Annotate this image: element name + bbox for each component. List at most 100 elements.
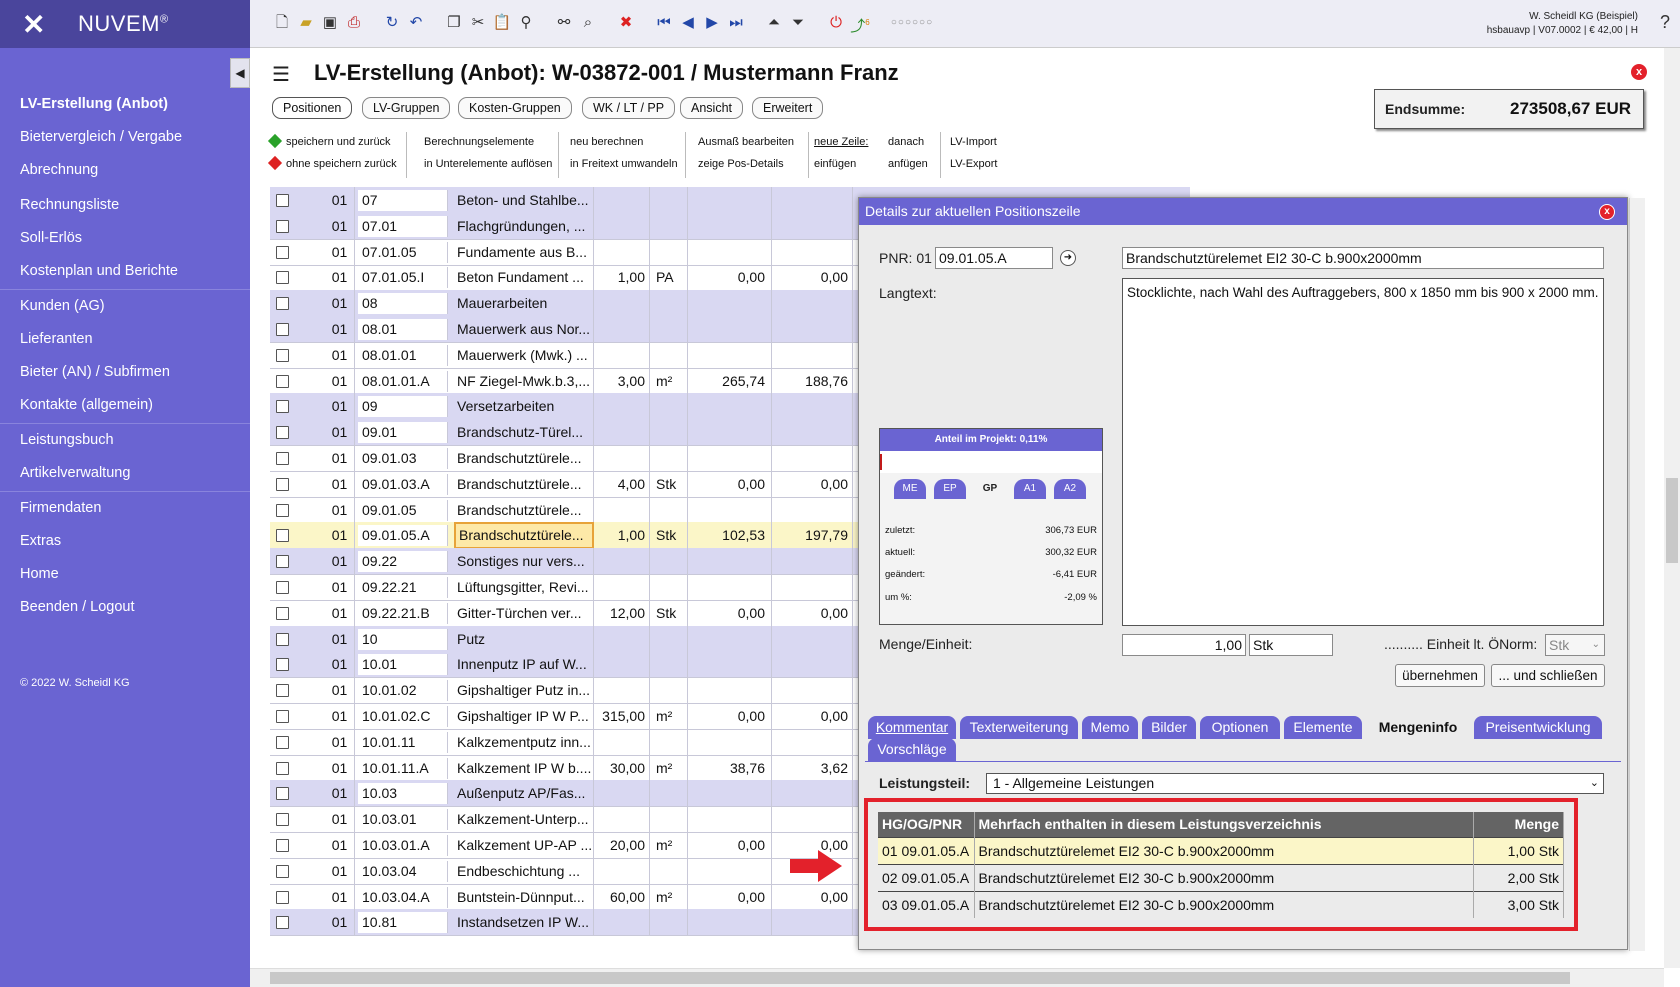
sidebar-item-leistungsbuch[interactable]: Leistungsbuch bbox=[20, 432, 114, 448]
table-row[interactable]: 01 09.01.05.A Brandschutztürelemet EI2 3… bbox=[878, 836, 1564, 864]
copy-icon[interactable]: ❐ bbox=[444, 13, 464, 33]
tab-vorschlaege[interactable]: Vorschläge bbox=[868, 738, 956, 761]
table-cell-pnr[interactable]: 09 bbox=[358, 396, 448, 418]
row-checkbox[interactable] bbox=[276, 555, 289, 569]
table-cell-pnr[interactable]: 10 bbox=[358, 628, 448, 650]
table-cell-pnr[interactable]: 10.03.01.A bbox=[358, 835, 448, 856]
table-cell-text[interactable]: Putz bbox=[454, 625, 594, 653]
table-cell-text[interactable]: Gitter-Türchen ver... bbox=[454, 599, 594, 627]
row-checkbox[interactable] bbox=[276, 606, 289, 620]
first-record-icon[interactable]: ⏮ bbox=[654, 13, 674, 33]
table-cell-pnr[interactable]: 09.22.21 bbox=[358, 577, 448, 598]
edit-measure-button[interactable]: Ausmaß bearbeiten bbox=[698, 136, 794, 148]
row-checkbox[interactable] bbox=[276, 658, 289, 672]
close-dialog-icon[interactable]: x bbox=[1599, 204, 1615, 220]
row-checkbox[interactable] bbox=[276, 761, 289, 775]
replace-icon[interactable]: ⌕ bbox=[578, 13, 598, 33]
tab-kosten-gruppen[interactable]: Kosten-Gruppen bbox=[458, 97, 572, 119]
next-record-icon[interactable]: ▶ bbox=[702, 13, 722, 33]
row-checkbox[interactable] bbox=[276, 452, 289, 465]
sidebar-item-abrechnung[interactable]: Abrechnung bbox=[20, 162, 98, 178]
table-cell-text[interactable]: Beton- und Stahlbe... bbox=[454, 187, 594, 214]
table-cell-text[interactable]: Kalkzementputz inn... bbox=[454, 728, 594, 756]
pill-me[interactable]: ME bbox=[894, 479, 926, 499]
table-cell-text[interactable]: Sonstiges nur vers... bbox=[454, 548, 594, 576]
new-document-icon[interactable]: 🗋 bbox=[272, 13, 292, 33]
row-checkbox[interactable] bbox=[276, 684, 289, 698]
table-cell-text[interactable]: Brandschutztürele... bbox=[454, 522, 594, 550]
print-icon[interactable]: ⎙ bbox=[344, 13, 364, 33]
table-cell-pnr[interactable]: 10.01.11 bbox=[358, 731, 448, 753]
to-freetext-button[interactable]: in Freitext umwandeln bbox=[570, 158, 678, 170]
row-checkbox[interactable] bbox=[276, 916, 289, 930]
table-cell-pnr[interactable]: 10.81 bbox=[358, 912, 448, 934]
row-checkbox[interactable] bbox=[276, 477, 289, 491]
pill-a2[interactable]: A2 bbox=[1054, 479, 1086, 499]
row-checkbox[interactable] bbox=[276, 219, 289, 233]
cut-icon[interactable]: ✂ bbox=[468, 13, 488, 33]
short-text-input[interactable]: Brandschutztürelemet EI2 30-C b.900x2000… bbox=[1122, 247, 1604, 269]
tab-bilder[interactable]: Bilder bbox=[1142, 716, 1196, 739]
table-cell-text[interactable]: Lüftungsgitter, Revi... bbox=[454, 574, 594, 601]
table-cell-pnr[interactable]: 10.03.01 bbox=[358, 809, 448, 831]
table-cell-text[interactable]: Außenputz AP/Fas... bbox=[454, 780, 594, 808]
sidebar-item-firmendaten[interactable]: Firmendaten bbox=[20, 500, 101, 516]
hamburger-menu-icon[interactable]: ☰ bbox=[272, 62, 290, 87]
tab-erweitert[interactable]: Erweitert bbox=[752, 97, 824, 119]
pill-ep[interactable]: EP bbox=[934, 479, 966, 499]
table-cell-pnr[interactable]: 08.01.01 bbox=[358, 344, 448, 366]
expand-all-icon[interactable]: ⏷ bbox=[788, 13, 808, 33]
table-cell-pnr[interactable]: 10.03.04.A bbox=[358, 886, 448, 908]
row-checkbox[interactable] bbox=[276, 400, 289, 414]
table-cell-pnr[interactable]: 09.22.21.B bbox=[358, 602, 448, 624]
table-cell-pnr[interactable]: 09.01.03 bbox=[358, 448, 448, 469]
collapse-all-icon[interactable]: ⏶ bbox=[764, 13, 784, 33]
undo-icon[interactable]: ↶ bbox=[406, 13, 426, 33]
delete-icon[interactable]: ✖ bbox=[616, 13, 636, 33]
leistungsteil-select[interactable]: 1 - Allgemeine Leistungen ⌄ bbox=[986, 773, 1604, 794]
sidebar-item-rechnungsliste[interactable]: Rechnungsliste bbox=[20, 197, 119, 213]
table-cell-pnr[interactable]: 08.01 bbox=[358, 319, 448, 340]
tab-mengeninfo[interactable]: Mengeninfo bbox=[1366, 716, 1470, 739]
help-icon[interactable]: ? bbox=[1660, 12, 1670, 33]
tab-ansicht[interactable]: Ansicht bbox=[680, 97, 743, 119]
table-cell-pnr[interactable]: 07.01.05.I bbox=[358, 267, 448, 289]
row-checkbox[interactable] bbox=[276, 297, 289, 311]
row-checkbox[interactable] bbox=[276, 194, 289, 207]
pill-a1[interactable]: A1 bbox=[1014, 479, 1046, 499]
table-cell-pnr[interactable]: 09.22 bbox=[358, 551, 448, 573]
table-cell-pnr[interactable]: 09.01.03.A bbox=[358, 473, 448, 495]
row-checkbox[interactable] bbox=[276, 245, 289, 259]
table-row[interactable]: 03 09.01.05.A Brandschutztürelemet EI2 3… bbox=[878, 890, 1564, 918]
row-checkbox[interactable] bbox=[276, 632, 289, 646]
calc-elements-button[interactable]: Berechnungselemente bbox=[424, 136, 534, 148]
table-cell-pnr[interactable]: 07.01 bbox=[358, 215, 448, 237]
apply-and-close-button[interactable]: ... und schließen bbox=[1491, 664, 1605, 687]
row-checkbox[interactable] bbox=[276, 581, 289, 594]
table-cell-pnr[interactable]: 09.01.05.A bbox=[358, 525, 448, 547]
table-cell-pnr[interactable]: 10.01.02 bbox=[358, 680, 448, 702]
tab-kommentar[interactable]: Kommentar bbox=[868, 716, 956, 739]
table-cell-pnr[interactable]: 07 bbox=[358, 190, 448, 211]
dissolve-elements-button[interactable]: in Unterelemente auflösen bbox=[424, 158, 552, 170]
tab-preisentwicklung[interactable]: Preisentwicklung bbox=[1474, 716, 1602, 739]
table-cell-pnr[interactable]: 08 bbox=[358, 293, 448, 315]
row-checkbox[interactable] bbox=[276, 839, 289, 852]
row-checkbox[interactable] bbox=[276, 323, 289, 336]
sidebar-item-kostenplan[interactable]: Kostenplan und Berichte bbox=[20, 263, 178, 279]
table-cell-text[interactable]: Versetzarbeiten bbox=[454, 393, 594, 421]
sidebar-item-home[interactable]: Home bbox=[20, 566, 59, 582]
table-cell-text[interactable]: Brandschutztürele... bbox=[454, 445, 594, 472]
row-checkbox[interactable] bbox=[276, 890, 289, 904]
sidebar-item-kunden[interactable]: Kunden (AG) bbox=[20, 298, 105, 314]
sidebar-item-kontakte[interactable]: Kontakte (allgemein) bbox=[20, 397, 153, 413]
append-line-button[interactable]: anfügen bbox=[888, 158, 928, 170]
open-folder-icon[interactable]: ▰ bbox=[296, 13, 316, 33]
table-cell-text[interactable]: Kalkzement IP W b.... bbox=[454, 754, 594, 782]
row-checkbox[interactable] bbox=[276, 426, 289, 440]
table-cell-pnr[interactable]: 09.01.05 bbox=[358, 499, 448, 521]
row-checkbox[interactable] bbox=[276, 271, 289, 285]
sidebar-item-logout[interactable]: Beenden / Logout bbox=[20, 599, 135, 615]
table-cell-text[interactable]: Mauerwerk (Mwk.) ... bbox=[454, 341, 594, 369]
tab-lv-gruppen[interactable]: LV-Gruppen bbox=[362, 97, 451, 119]
